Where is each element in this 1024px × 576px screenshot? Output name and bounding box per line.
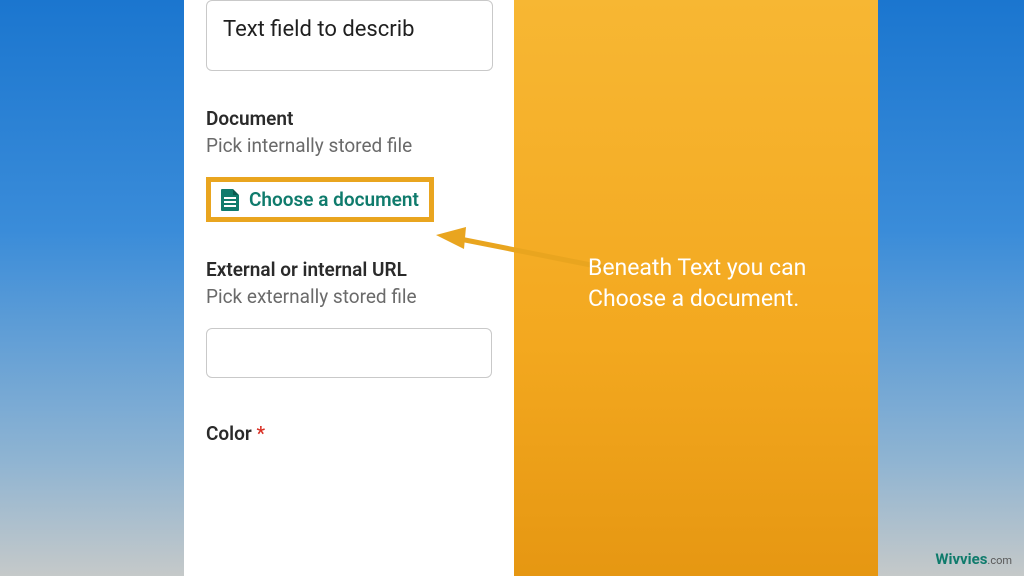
form-panel: Text field to describ Document Pick inte… <box>184 0 514 576</box>
required-asterisk: * <box>256 422 265 445</box>
color-label-text: Color <box>206 422 252 445</box>
color-label: Color * <box>206 422 514 445</box>
document-hint: Pick internally stored file <box>206 134 514 157</box>
choose-document-label: Choose a document <box>249 188 419 211</box>
callout-line1: Beneath Text you can <box>588 254 806 281</box>
watermark-suffix: .com <box>987 554 1012 567</box>
url-input[interactable] <box>206 328 492 378</box>
choose-document-button[interactable]: Choose a document <box>206 177 434 222</box>
watermark: Wivvies.com <box>935 550 1012 568</box>
url-hint: Pick externally stored file <box>206 285 514 308</box>
watermark-brand: Wivvies <box>935 550 987 568</box>
text-description-field[interactable]: Text field to describ <box>206 0 493 71</box>
document-icon <box>221 189 239 211</box>
callout-line2: Choose a document. <box>588 285 799 312</box>
callout-text: Beneath Text you can Choose a document. <box>588 252 806 314</box>
document-label: Document <box>206 107 514 130</box>
